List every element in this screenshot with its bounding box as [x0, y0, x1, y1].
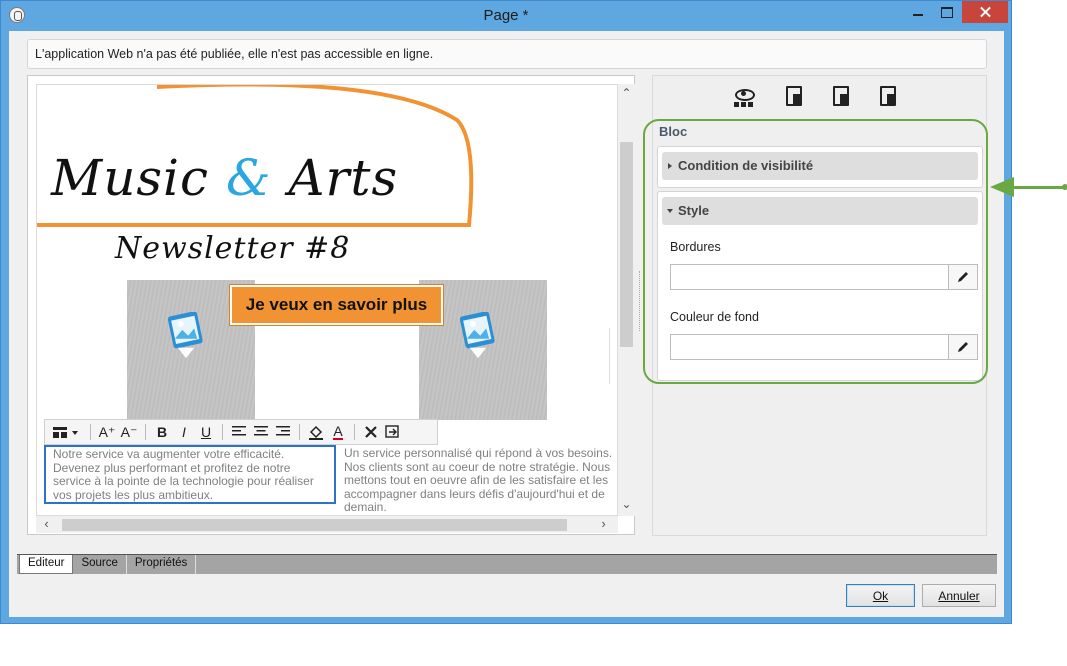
preview-dots	[734, 102, 754, 107]
font-decrease-icon[interactable]: A⁻	[118, 422, 140, 442]
italic-label: I	[182, 424, 186, 440]
horizontal-scroll-thumb[interactable]	[62, 519, 567, 531]
publication-warning: L'application Web n'a pas été publiée, e…	[27, 39, 987, 69]
insert-block-icon[interactable]	[49, 422, 85, 442]
ok-label: Ok	[872, 589, 889, 603]
cta-button[interactable]: Je veux en savoir plus	[229, 284, 444, 326]
window-title: Page *	[483, 7, 529, 24]
properties-toolbar	[733, 86, 896, 108]
callout-highlight	[643, 119, 988, 384]
font-increase-icon[interactable]: A⁺	[96, 422, 118, 442]
font-color-label: A	[333, 423, 343, 440]
logo-music: Music	[51, 149, 226, 207]
align-left-icon[interactable]	[228, 422, 250, 442]
underline-icon[interactable]: U	[195, 422, 217, 442]
toolbar-separator	[90, 424, 91, 440]
toolbar-separator	[299, 424, 300, 440]
link-icon[interactable]	[382, 422, 404, 442]
title-bar: Page *	[1, 1, 1011, 31]
logo-text: Music & Arts	[51, 149, 398, 207]
maximize-button[interactable]	[931, 1, 963, 23]
email-editor: Music & Arts Newsletter #8 Je veux en sa…	[27, 75, 635, 535]
underline-label: U	[200, 424, 212, 440]
newsletter-title: Newsletter #8	[115, 231, 351, 266]
vertical-scroll-thumb[interactable]	[620, 142, 633, 347]
page-save-icon[interactable]	[833, 86, 849, 106]
image-placeholder-icon	[459, 312, 495, 359]
cancel-button[interactable]: Annuler	[922, 584, 996, 607]
ok-button[interactable]: Ok	[846, 584, 915, 607]
preview-icon[interactable]	[733, 86, 755, 108]
horizontal-scrollbar[interactable]: ‹ ›	[36, 516, 618, 533]
text-block-left[interactable]: Notre service va augmenter votre efficac…	[44, 445, 336, 504]
align-center-icon[interactable]	[250, 422, 272, 442]
fill-color-icon[interactable]	[305, 422, 327, 442]
scroll-down-icon[interactable]: ⌄	[618, 497, 635, 514]
scroll-left-icon[interactable]: ‹	[38, 516, 55, 533]
bold-label: B	[156, 424, 168, 440]
callout-arrow-icon	[990, 177, 1014, 197]
page-upload-icon[interactable]	[786, 86, 802, 106]
scroll-up-icon[interactable]: ⌃	[618, 86, 635, 103]
logo-arts: Arts	[271, 149, 399, 207]
page-settings-icon[interactable]	[880, 86, 896, 106]
scroll-right-icon[interactable]: ›	[595, 516, 612, 533]
bold-icon[interactable]: B	[151, 422, 173, 442]
vertical-scrollbar[interactable]: ⌃ ⌄	[618, 84, 635, 516]
tab-proprietes[interactable]: Propriétés	[127, 555, 197, 574]
editor-tabs: Editeur Source Propriétés	[17, 554, 997, 574]
tab-source[interactable]: Source	[73, 555, 127, 574]
toolbar-separator	[145, 424, 146, 440]
callout-arrow-dot	[1062, 184, 1067, 190]
italic-icon[interactable]: I	[173, 422, 195, 442]
remove-icon[interactable]	[360, 422, 382, 442]
text-block-right[interactable]: Un service personnalisé qui répond à vos…	[344, 446, 617, 515]
cancel-label: Annuler	[938, 589, 980, 603]
column-divider	[609, 328, 610, 384]
tab-editeur[interactable]: Editeur	[19, 555, 74, 574]
image-placeholder-icon	[167, 312, 203, 359]
email-canvas: Music & Arts Newsletter #8 Je veux en sa…	[36, 84, 618, 516]
logo-ampersand: &	[225, 149, 272, 207]
minimize-button[interactable]	[901, 1, 933, 23]
toolbar-separator	[222, 424, 223, 440]
close-button[interactable]	[962, 1, 1008, 23]
font-color-icon[interactable]: A	[327, 422, 349, 442]
text-format-toolbar: A⁺ A⁻ B I U A	[44, 419, 438, 445]
toolbar-separator	[354, 424, 355, 440]
align-right-icon[interactable]	[272, 422, 294, 442]
callout-arrow-line	[1012, 186, 1064, 189]
